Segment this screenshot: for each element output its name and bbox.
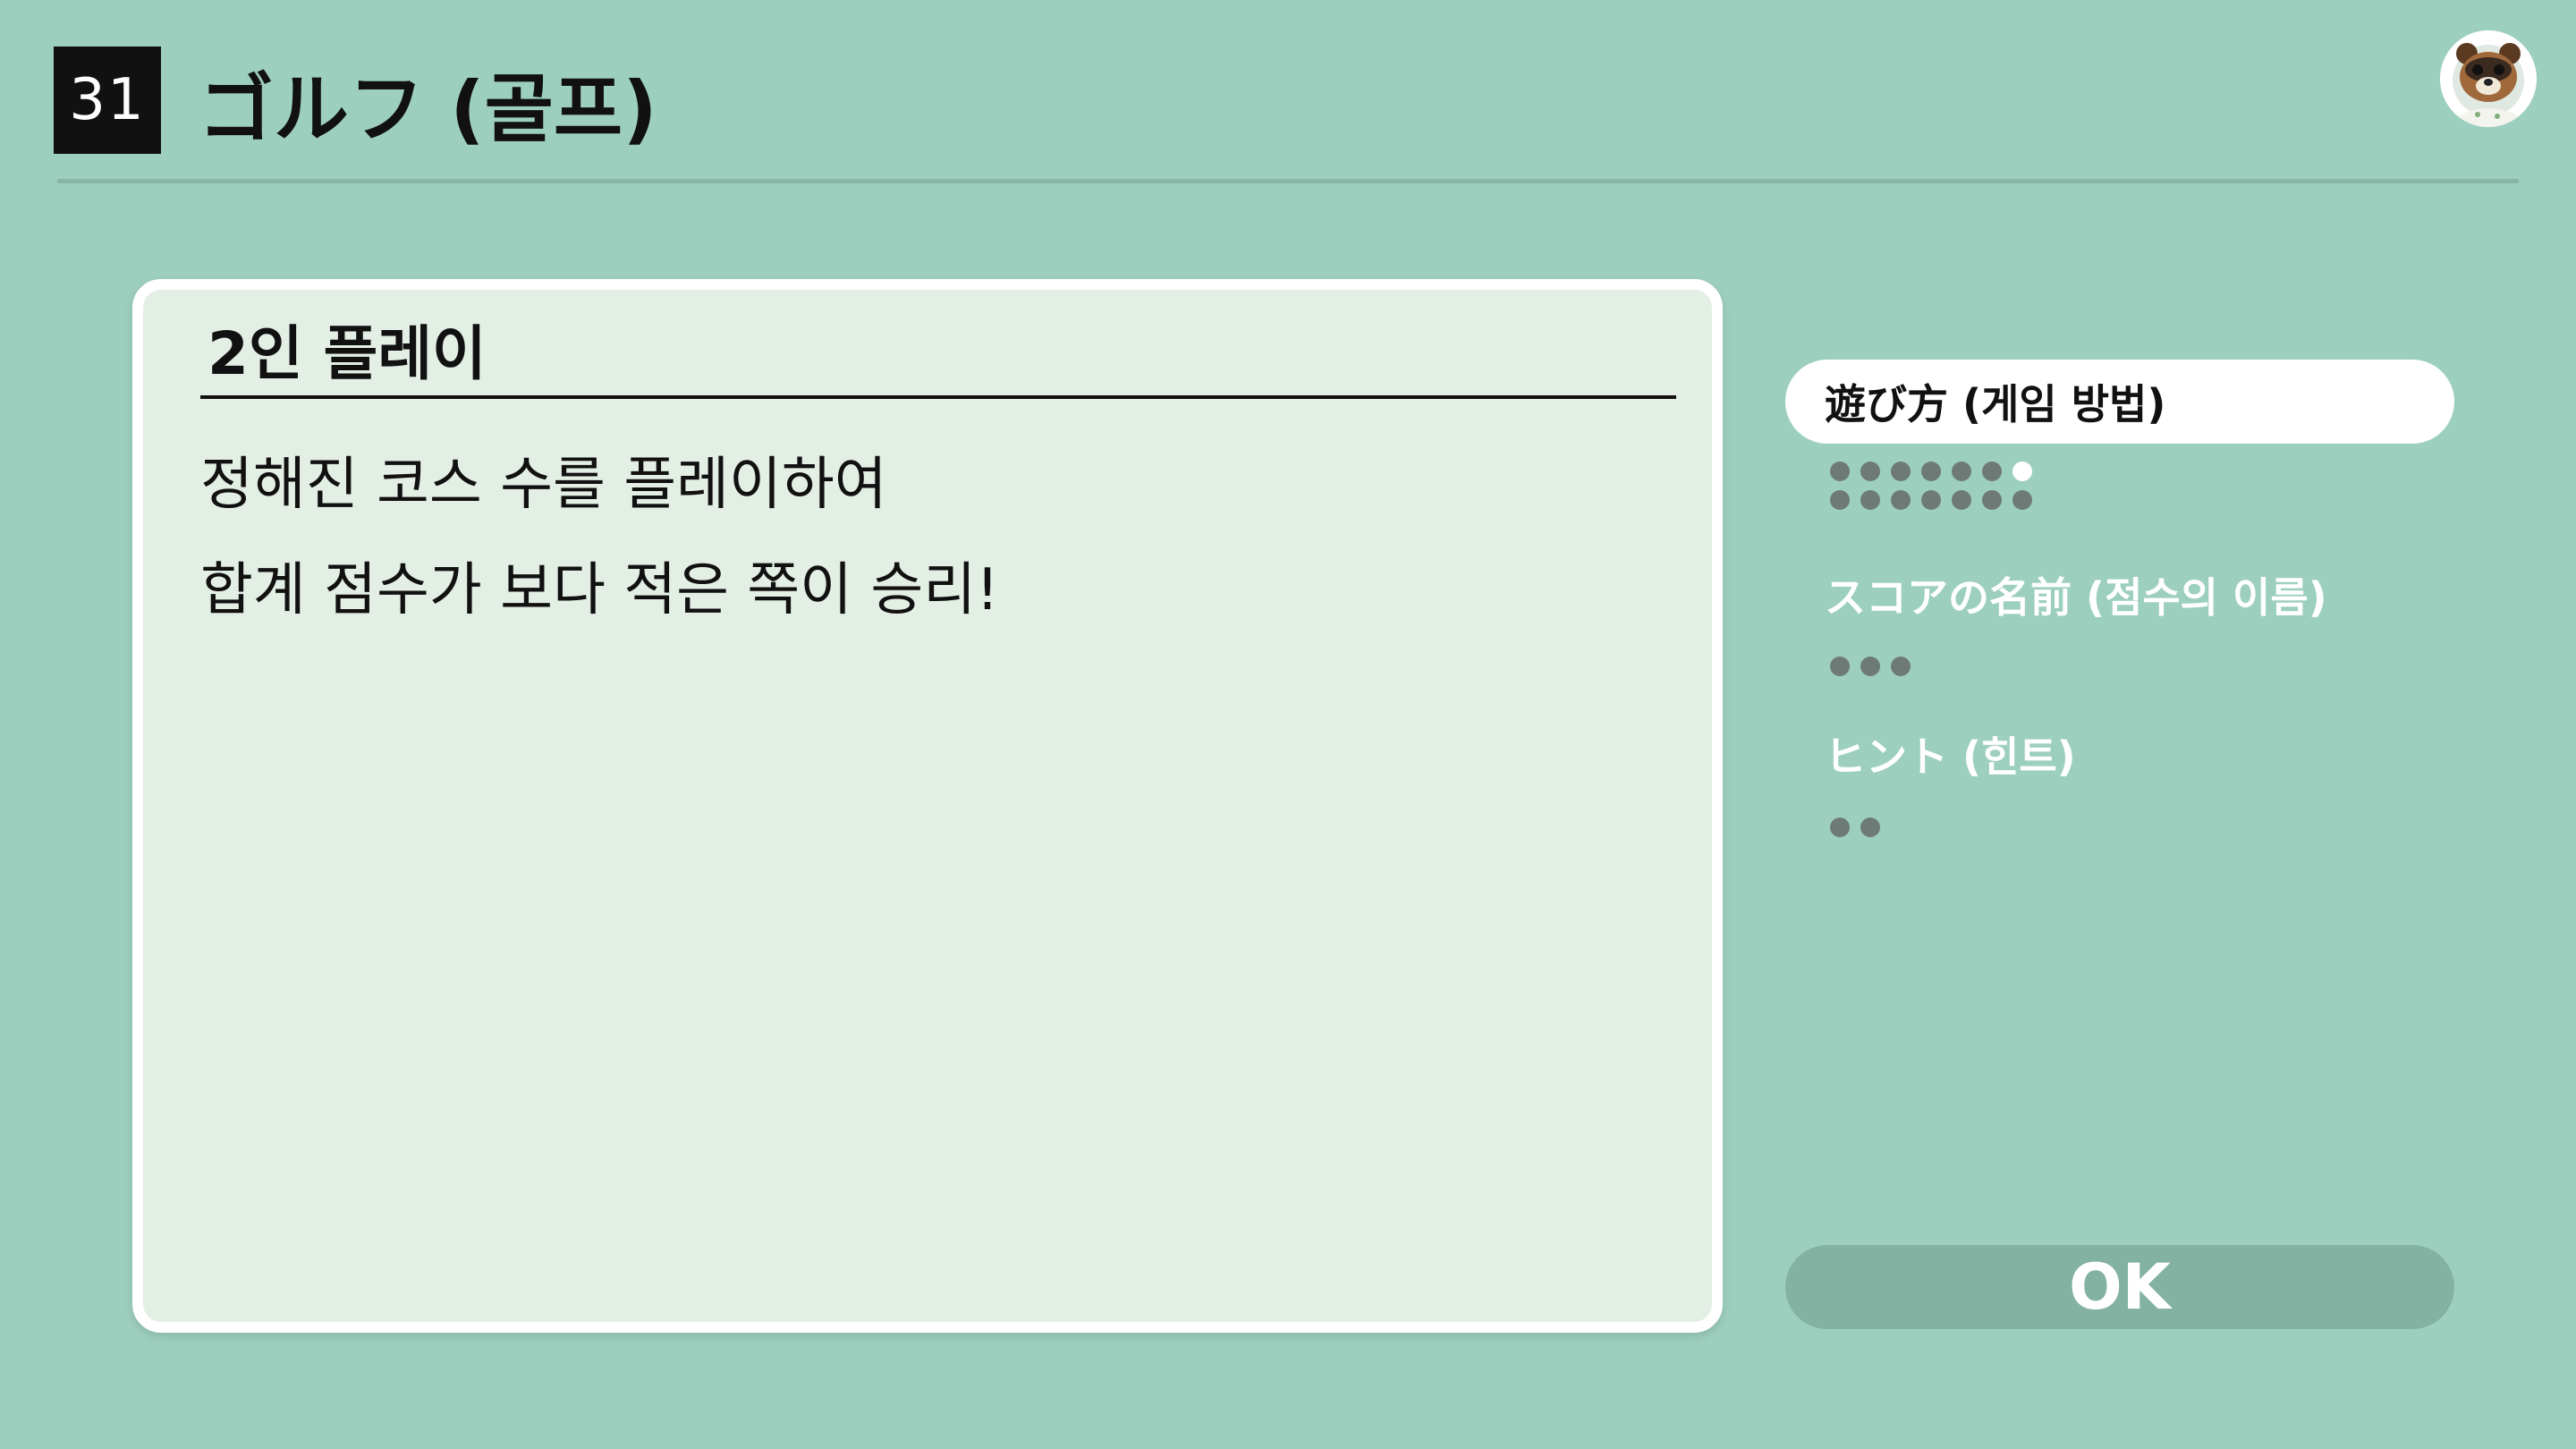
page-dot [1891, 657, 1911, 676]
page-indicator-hints [1830, 818, 2036, 837]
current-page-dot [2012, 462, 2032, 481]
page-dot [1860, 657, 1880, 676]
menu-item-hints[interactable]: ヒント (힌트) [1785, 712, 2454, 796]
page-title: ゴルフ (골프) [199, 64, 657, 153]
page-dot [1830, 490, 1850, 510]
page-dot [1891, 462, 1911, 481]
game-number-badge: 31 [54, 47, 161, 154]
page-dot [1982, 462, 2002, 481]
tom-nook-avatar-icon [2440, 30, 2537, 127]
page-dot [1952, 490, 1971, 510]
card-text-line: 정해진 코스 수를 플레이하여 [200, 452, 887, 518]
page-dot [1830, 818, 1850, 837]
card-text-line: 합계 점수가 보다 적은 쪽이 승리! [200, 557, 999, 623]
menu-item-how-to-play[interactable]: 遊び方 (게임 방법) [1785, 360, 2454, 444]
page-dot [1921, 490, 1941, 510]
page-dot [1952, 462, 1971, 481]
card-divider [200, 395, 1676, 399]
ok-button[interactable]: OK [1785, 1245, 2454, 1329]
description-card: 2인 플레이 정해진 코스 수를 플레이하여 합계 점수가 보다 적은 쪽이 승… [132, 279, 1723, 1333]
page-dot [1860, 462, 1880, 481]
page-indicator-how-to-play [1830, 462, 2036, 510]
page-dot [1982, 490, 2002, 510]
header-divider [57, 179, 2519, 183]
page-dot [1830, 657, 1850, 676]
page-indicator-score-names [1830, 657, 2036, 676]
page-dot [1860, 818, 1880, 837]
page-dot [1860, 490, 1880, 510]
page-dot [1891, 490, 1911, 510]
card-heading: 2인 플레이 [208, 319, 487, 388]
page-dot [1921, 462, 1941, 481]
menu-item-score-names[interactable]: スコアの名前 (점수의 이름) [1785, 553, 2454, 637]
page-dot [2012, 490, 2032, 510]
page-dot [1830, 462, 1850, 481]
